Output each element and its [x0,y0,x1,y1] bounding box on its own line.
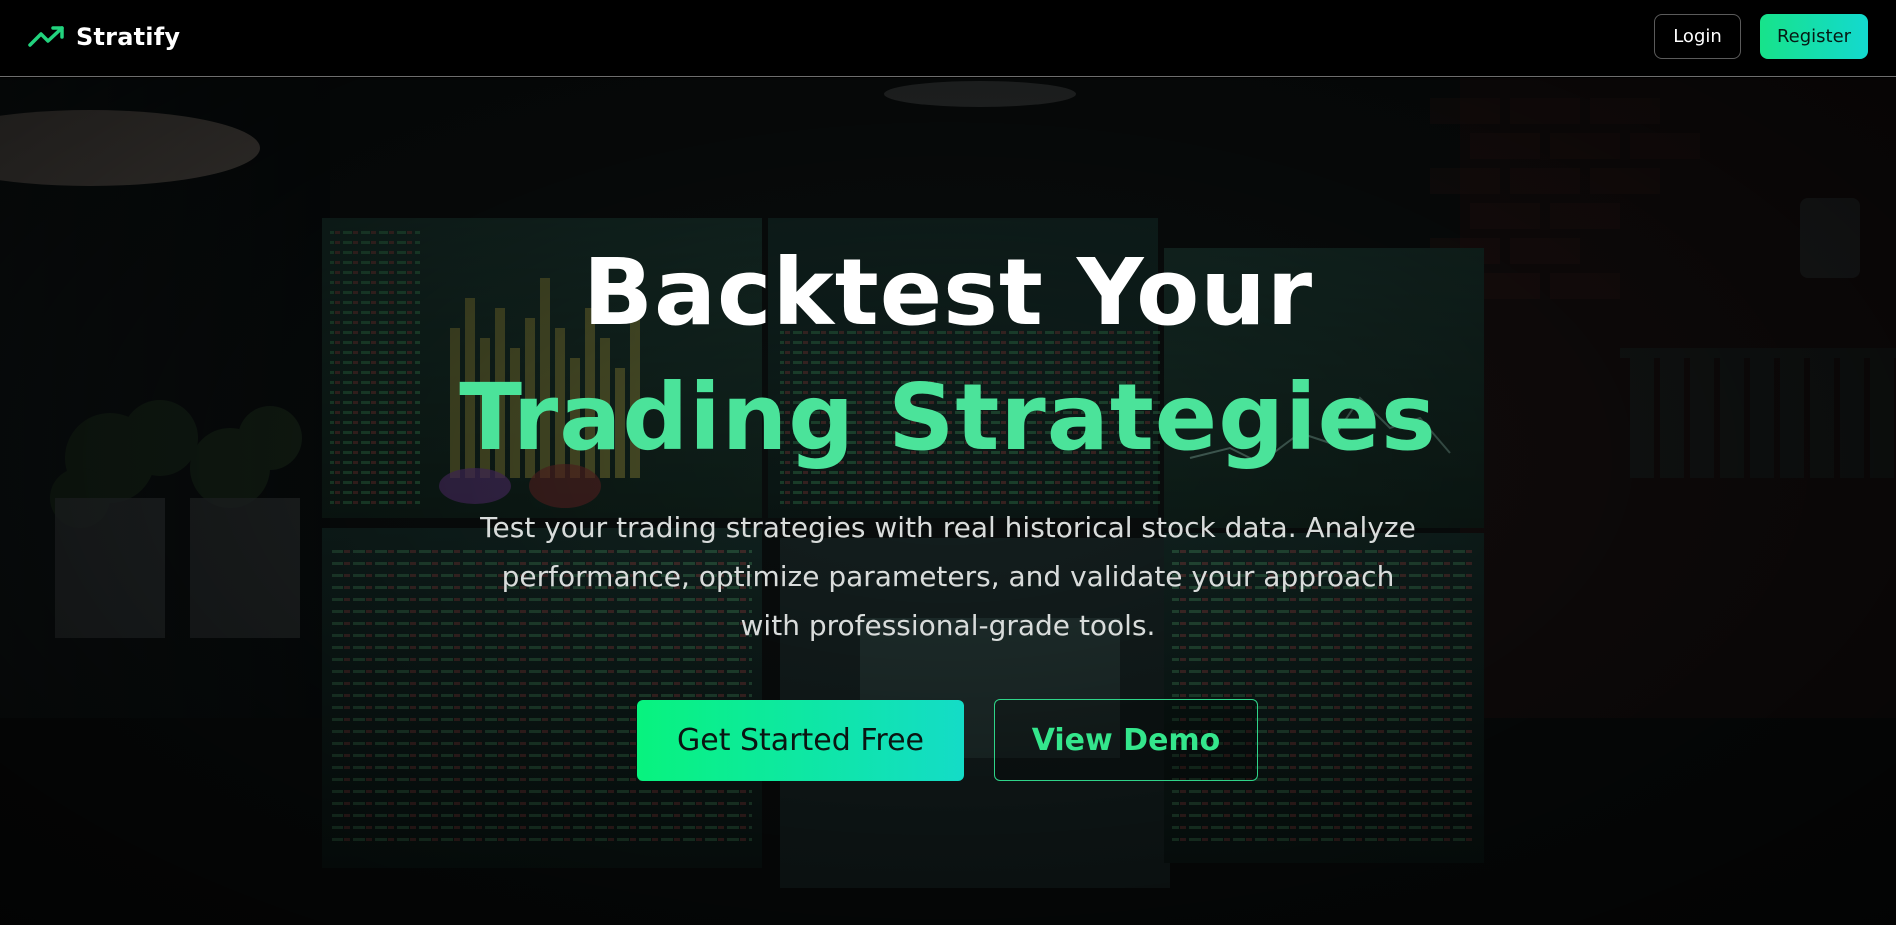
login-button[interactable]: Login [1654,14,1741,59]
hero-overlay [0,78,1896,925]
hero-headline-line2: Trading Strategies [459,364,1437,471]
get-started-button[interactable]: Get Started Free [637,700,964,781]
hero-headline-line1: Backtest Your [582,239,1314,346]
brand-name: Stratify [76,23,181,51]
trending-up-icon [28,26,64,47]
brand-logo[interactable]: Stratify [28,21,180,53]
hero-subtitle: Test your trading strategies with real h… [480,511,1416,642]
top-nav: Stratify Login Register [0,0,1896,77]
hero-section: Backtest Your Trading Strategies Test yo… [0,78,1896,925]
register-button[interactable]: Register [1760,14,1868,59]
view-demo-button[interactable]: View Demo [994,699,1258,781]
